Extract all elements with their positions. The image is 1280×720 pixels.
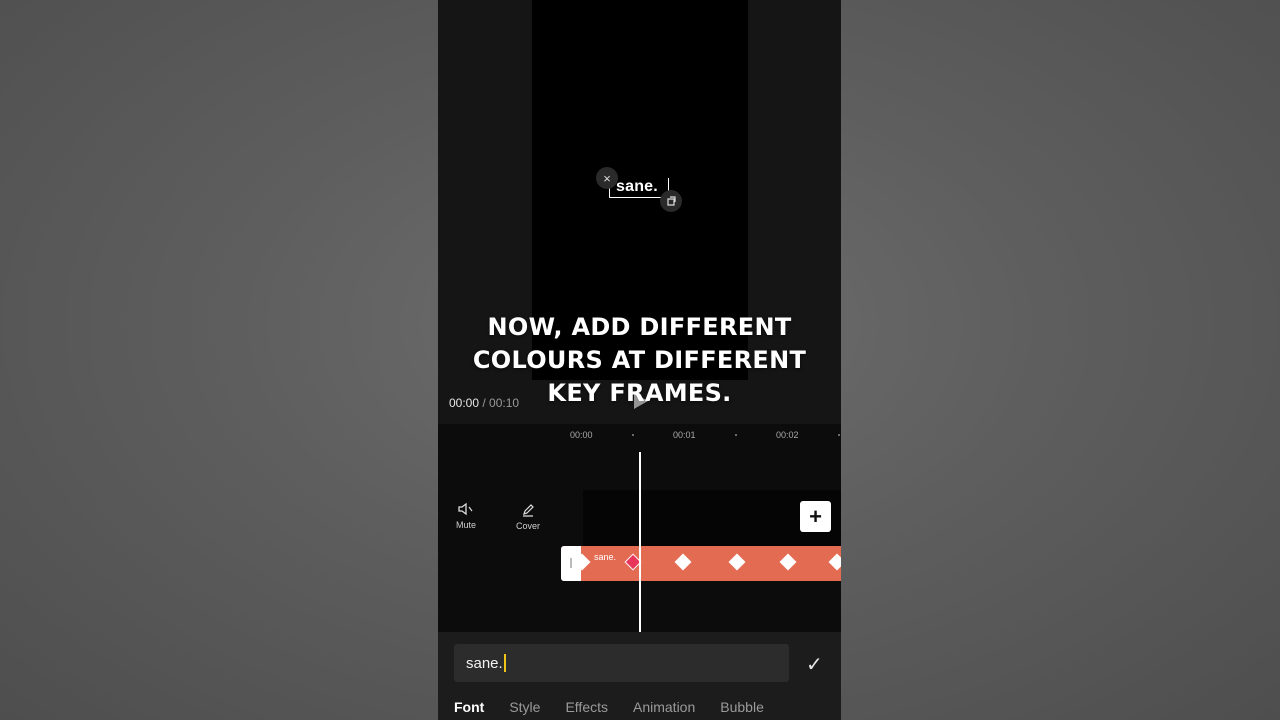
cover-label: Cover [516,521,541,531]
text-overlay[interactable]: sane. [616,178,658,196]
selection-corner [668,178,669,186]
timeline-tick: 00:02 [776,430,799,440]
clip-label: sane. [594,552,617,562]
current-time: 00:00 [449,396,480,410]
keyframe-diamond[interactable] [779,553,797,571]
grip-icon [570,558,572,568]
speaker-icon [458,502,473,516]
timeline-tick: 00:00 [570,430,593,440]
tab-bubble[interactable]: Bubble [720,699,764,715]
text-caret [503,654,506,672]
keyframe-diamond[interactable] [728,553,746,571]
mute-label: Mute [456,520,477,530]
playhead[interactable] [639,452,641,632]
text-editor-panel: sane. ✓ Font Style Effects Animation Bub… [438,632,841,720]
text-clip[interactable]: sane. [561,546,841,581]
editor-tabs: Font Style Effects Animation Bubble [454,699,789,715]
tick-dot [632,434,634,436]
resize-icon [667,196,676,206]
tick-dot [735,434,737,436]
cover-button[interactable]: Cover [516,503,540,531]
timeline-tick: 00:01 [673,430,696,440]
confirm-check-icon[interactable]: ✓ [806,652,823,677]
add-clip-button[interactable]: + [800,501,831,532]
tab-font[interactable]: Font [454,699,484,715]
caption-line: COLOURS AT DIFFERENT [472,346,807,374]
keyframe-diamond[interactable] [674,553,692,571]
keyframe-diamond[interactable] [828,553,841,571]
mute-button[interactable]: Mute [456,502,476,530]
close-icon[interactable]: × [596,167,618,189]
tick-dot [838,434,840,436]
tab-effects[interactable]: Effects [565,699,608,715]
timeline[interactable]: 00:00 00:01 00:02 Mute Cover + sane. [438,424,841,632]
play-icon[interactable] [634,393,648,409]
tab-style[interactable]: Style [509,699,540,715]
tab-animation[interactable]: Animation [633,699,695,715]
rotate-scale-icon[interactable] [660,190,682,212]
time-readout: 00:00 / 00:10 [449,396,519,410]
caption-line: NOW, ADD DIFFERENT [487,313,792,341]
pencil-icon [523,504,534,517]
text-input[interactable]: sane. [454,644,789,682]
time-separator: / [479,396,490,410]
app-screen: sane. × NOW, ADD DIFFERENT COLOURS AT DI… [438,0,841,720]
text-input-value: sane. [466,655,503,672]
total-duration: 00:10 [489,396,520,410]
